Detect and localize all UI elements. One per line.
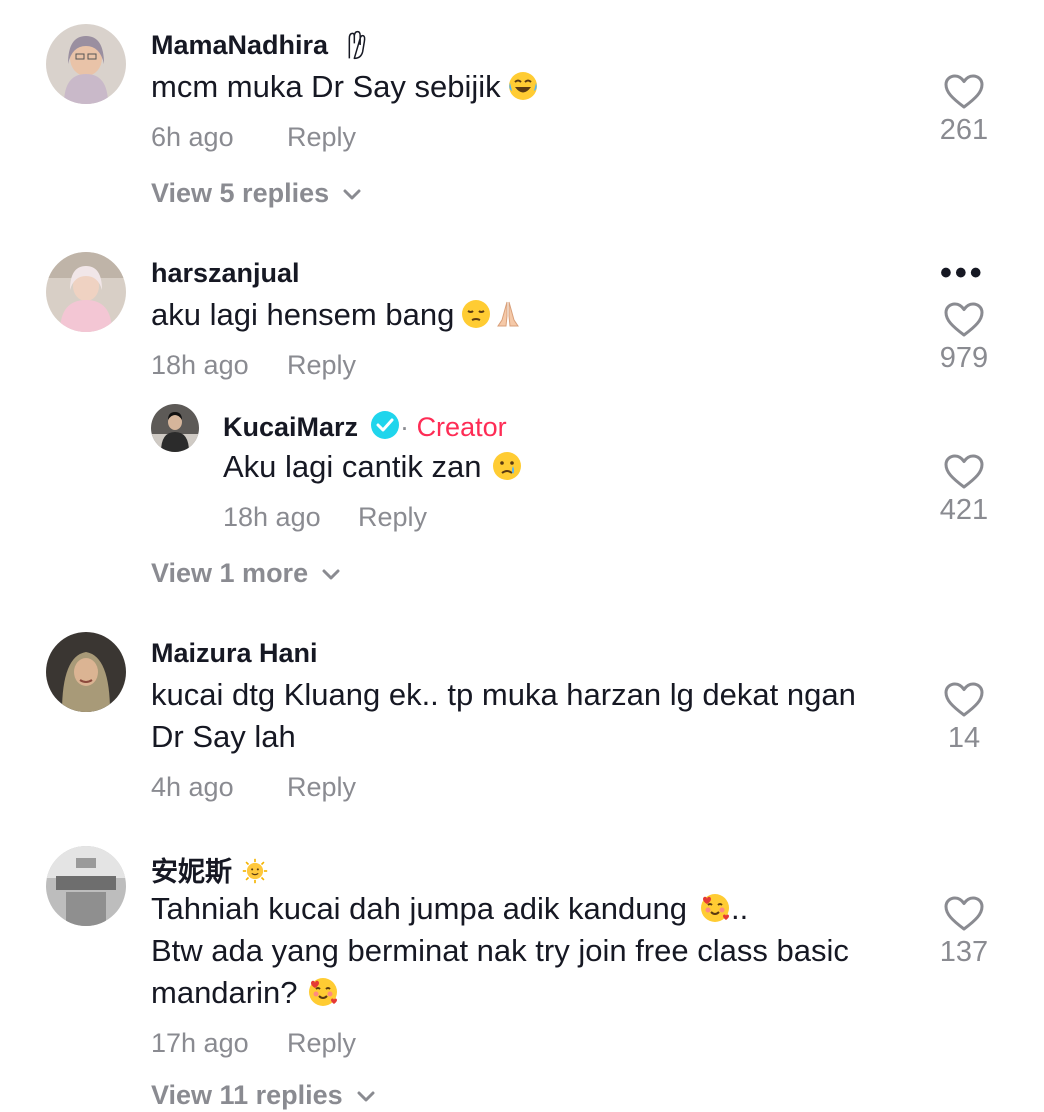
avatar[interactable] <box>46 846 126 926</box>
palm-tree-icon <box>342 30 370 60</box>
avatar[interactable] <box>46 632 126 712</box>
view-replies-label[interactable]: View 5 replies <box>151 178 329 208</box>
smiling-face-with-hearts-emoji <box>307 976 339 1008</box>
avatar[interactable] <box>46 24 126 104</box>
comment-text-line: kucai dtg Kluang ek.. tp muka harzan lg … <box>151 677 856 712</box>
pensive-face-emoji <box>460 298 492 330</box>
smiling-face-with-hearts-emoji <box>699 892 731 924</box>
like-button[interactable]: 979 <box>919 302 1009 375</box>
creator-badge: Creator <box>416 412 507 442</box>
timestamp: 4h ago <box>151 772 234 802</box>
comment-text-part: mandarin? <box>151 975 298 1010</box>
view-replies-label[interactable]: View 11 replies <box>151 1080 343 1110</box>
comment-text-line: Tahniah kucai dah jumpa adik kandung.. <box>151 888 849 930</box>
separator-dot: · <box>400 412 410 442</box>
reply-text-body: Aku lagi cantik zan <box>223 449 482 484</box>
view-replies-button[interactable]: View 5 replies <box>151 178 361 209</box>
reply-button[interactable]: Reply <box>287 122 356 153</box>
like-count: 261 <box>939 114 989 146</box>
heart-icon[interactable] <box>944 682 984 718</box>
timestamp: 6h ago <box>151 122 234 152</box>
creator-avatar[interactable] <box>151 404 199 452</box>
comment-text-body: mcm muka Dr Say sebijik <box>151 69 501 104</box>
like-button[interactable]: 261 <box>919 74 1009 147</box>
heart-icon[interactable] <box>944 74 984 110</box>
comment-text: mcm muka Dr Say sebijik <box>151 66 539 108</box>
comment-text: kucai dtg Kluang ek.. tp muka harzan lg … <box>151 674 856 758</box>
creator-username[interactable]: KucaiMarz · Creator <box>223 410 507 443</box>
chevron-down-icon <box>357 1091 375 1103</box>
heart-icon[interactable] <box>944 896 984 932</box>
verified-badge-icon <box>370 410 400 440</box>
like-count: 14 <box>947 722 981 754</box>
view-replies-label[interactable]: View 1 more <box>151 558 308 588</box>
avatar[interactable] <box>46 252 126 332</box>
reply-text: Aku lagi cantik zan <box>223 446 523 488</box>
heart-icon[interactable] <box>944 302 984 338</box>
more-options-button[interactable]: ••• <box>940 254 985 293</box>
comment-text: Tahniah kucai dah jumpa adik kandung.. B… <box>151 888 849 1014</box>
timestamp: 17h ago <box>151 1028 249 1058</box>
like-count: 421 <box>939 494 989 526</box>
like-button[interactable]: 14 <box>919 682 1009 755</box>
like-count: 137 <box>939 936 989 968</box>
comment-text-line: mandarin? <box>151 972 849 1014</box>
like-button[interactable]: 137 <box>919 896 1009 969</box>
comment-text-line: Btw ada yang berminat nak try join free … <box>151 933 849 968</box>
view-more-replies-button[interactable]: View 1 more <box>151 558 340 589</box>
username[interactable]: 安妮斯 <box>151 850 268 889</box>
timestamp: 18h ago <box>151 350 249 380</box>
username-text[interactable]: 安妮斯 <box>151 857 232 887</box>
view-replies-button[interactable]: View 11 replies <box>151 1080 375 1111</box>
username[interactable]: harszanjual <box>151 258 300 289</box>
username[interactable]: MamaNadhira <box>151 30 370 61</box>
folded-hands-emoji <box>492 298 524 330</box>
chevron-down-icon <box>322 569 340 581</box>
tears-of-joy-emoji <box>507 70 539 102</box>
chevron-down-icon <box>343 189 361 201</box>
comment-text-part: Tahniah kucai dah jumpa adik kandung <box>151 891 687 926</box>
creator-username-text[interactable]: KucaiMarz <box>223 412 358 442</box>
reply-button[interactable]: Reply <box>287 1028 356 1059</box>
comment-text-part: .. <box>731 891 749 926</box>
like-button[interactable]: 421 <box>919 454 1009 527</box>
reply-button[interactable]: Reply <box>358 502 427 533</box>
comment-text-line: Dr Say lah <box>151 719 296 754</box>
comment-text: aku lagi hensem bang <box>151 294 524 336</box>
like-count: 979 <box>939 342 989 374</box>
reply-button[interactable]: Reply <box>287 350 356 381</box>
crying-face-emoji <box>491 450 523 482</box>
comment-text-body: aku lagi hensem bang <box>151 297 455 332</box>
heart-icon[interactable] <box>944 454 984 490</box>
reply-timestamp: 18h ago <box>223 502 321 532</box>
reply-button[interactable]: Reply <box>287 772 356 803</box>
username-text[interactable]: MamaNadhira <box>151 30 328 60</box>
username[interactable]: Maizura Hani <box>151 638 318 669</box>
sun-face-emoji <box>242 858 268 884</box>
